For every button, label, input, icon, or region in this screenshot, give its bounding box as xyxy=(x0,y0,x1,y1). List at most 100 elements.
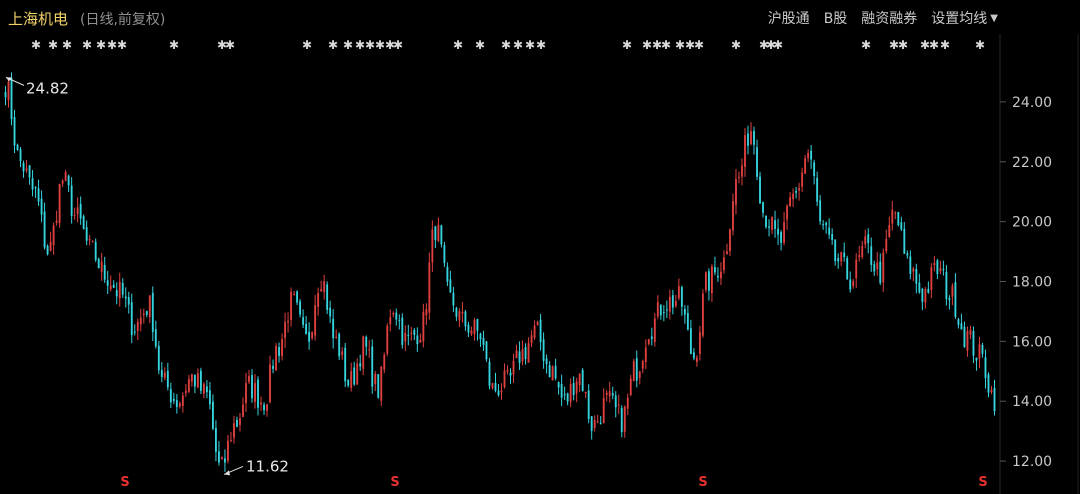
candle xyxy=(960,313,963,330)
event-marker-icon[interactable]: ✱ xyxy=(536,38,546,52)
candle xyxy=(236,416,238,428)
candle xyxy=(208,382,211,410)
candle xyxy=(34,186,37,198)
candle xyxy=(662,305,665,322)
event-marker-icon[interactable]: ✱ xyxy=(501,38,511,52)
event-marker-icon[interactable]: ✱ xyxy=(731,38,741,52)
candle xyxy=(476,318,479,341)
candle xyxy=(834,239,837,266)
event-marker-icon[interactable]: ✱ xyxy=(96,38,106,52)
candle xyxy=(428,252,431,320)
candle xyxy=(31,169,34,197)
event-marker-icon[interactable]: ✱ xyxy=(675,38,685,52)
candle xyxy=(368,339,371,358)
event-marker-icon[interactable]: ✱ xyxy=(975,38,985,52)
event-marker-icon[interactable]: ✱ xyxy=(622,38,632,52)
event-marker-icon[interactable]: ✱ xyxy=(82,38,92,52)
y-tick-label: 22.00 xyxy=(1012,155,1052,171)
event-marker-icon[interactable]: ✱ xyxy=(62,38,72,52)
candle xyxy=(281,333,283,361)
candle xyxy=(539,313,542,351)
candle xyxy=(768,219,770,237)
candle xyxy=(55,210,58,226)
candle xyxy=(362,335,365,376)
signal-marker[interactable]: S xyxy=(698,475,707,490)
event-marker-icon[interactable]: ✱ xyxy=(169,38,179,52)
candle xyxy=(353,361,356,386)
candle xyxy=(629,374,632,397)
event-marker-icon[interactable]: ✱ xyxy=(343,38,353,52)
candle xyxy=(359,354,362,371)
candle xyxy=(867,228,870,254)
event-marker-icon[interactable]: ✱ xyxy=(898,38,908,52)
event-marker-icon[interactable]: ✱ xyxy=(940,38,950,52)
candle xyxy=(978,336,981,369)
candle xyxy=(894,211,897,220)
candle xyxy=(614,391,617,418)
candle xyxy=(440,224,443,248)
candle xyxy=(434,225,437,249)
candle xyxy=(972,326,975,364)
event-marker-icon[interactable]: ✱ xyxy=(694,38,704,52)
candle xyxy=(473,317,476,341)
candle xyxy=(49,231,52,252)
event-marker-icon[interactable]: ✱ xyxy=(48,38,58,52)
event-marker-icon[interactable]: ✱ xyxy=(365,38,375,52)
candlestick-chart[interactable]: 24.00 22.00 20.00 18.00 16.00 14.00 12.00 24.8… xyxy=(0,0,1080,494)
candle xyxy=(786,204,789,230)
event-marker-icon[interactable]: ✱ xyxy=(302,38,312,52)
event-marker-icon[interactable]: ✱ xyxy=(107,38,117,52)
y-tick-label: 12.00 xyxy=(1012,454,1052,470)
candle xyxy=(692,348,695,361)
candle xyxy=(500,383,503,400)
candle xyxy=(653,313,656,347)
candle xyxy=(563,386,566,401)
candle xyxy=(320,280,323,292)
event-marker-icon[interactable]: ✱ xyxy=(393,38,403,52)
signal-marker[interactable]: S xyxy=(390,475,399,490)
event-marker-icon[interactable]: ✱ xyxy=(773,38,783,52)
signal-marker[interactable]: S xyxy=(978,475,987,490)
event-marker-icon[interactable]: ✱ xyxy=(355,38,365,52)
candle xyxy=(28,164,31,185)
candle xyxy=(254,374,256,409)
candle xyxy=(590,415,593,440)
candle xyxy=(73,207,76,220)
candle xyxy=(741,158,743,186)
candle xyxy=(512,353,515,383)
candle xyxy=(879,253,882,286)
event-marker-icon[interactable]: ✱ xyxy=(861,38,871,52)
candle xyxy=(795,187,798,199)
event-marker-icon[interactable]: ✱ xyxy=(453,38,463,52)
event-marker-icon[interactable]: ✱ xyxy=(513,38,523,52)
candle xyxy=(13,109,16,154)
event-markers-row: ✱ ✱ ✱ ✱ ✱ ✱ ✱ ✱ ✱✱ ✱ ✱ ✱ ✱ ✱ ✱ ✱✱ ✱ ✱ ✱ ✱ ✱ ✱ ✱ ✱ ✱✱ ✱ ✱✱ ✱ ✱✱✱ ✱ ✱✱ ✱✱… xyxy=(31,38,985,52)
candle xyxy=(873,260,876,276)
event-marker-icon[interactable]: ✱ xyxy=(328,38,338,52)
candle xyxy=(611,386,614,400)
candle xyxy=(100,252,103,281)
candle xyxy=(338,332,341,360)
event-marker-icon[interactable]: ✱ xyxy=(475,38,485,52)
candle xyxy=(798,182,801,201)
event-marker-icon[interactable]: ✱ xyxy=(225,38,235,52)
candle xyxy=(46,244,49,256)
candle xyxy=(115,282,118,305)
candle xyxy=(130,293,133,344)
event-marker-icon[interactable]: ✱ xyxy=(31,38,41,52)
event-marker-icon[interactable]: ✱ xyxy=(661,38,671,52)
event-marker-icon[interactable]: ✱ xyxy=(375,38,385,52)
candle xyxy=(488,357,491,390)
candle xyxy=(224,449,226,472)
event-marker-icon[interactable]: ✱ xyxy=(929,38,939,52)
event-marker-icon[interactable]: ✱ xyxy=(642,38,652,52)
candle xyxy=(61,179,64,187)
event-marker-icon[interactable]: ✱ xyxy=(525,38,535,52)
signal-marker[interactable]: S xyxy=(120,475,129,490)
candle xyxy=(497,384,500,397)
candle xyxy=(64,169,67,182)
candle xyxy=(750,122,752,146)
candle xyxy=(527,337,530,363)
candle xyxy=(717,267,719,282)
event-marker-icon[interactable]: ✱ xyxy=(117,38,127,52)
